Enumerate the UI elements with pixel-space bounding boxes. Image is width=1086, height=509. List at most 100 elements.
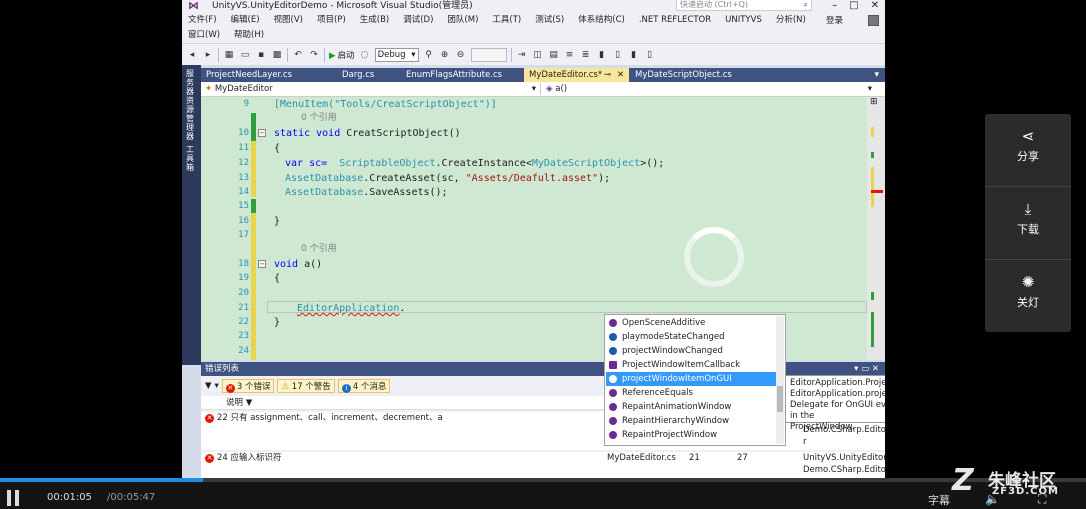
list-item[interactable]: ReferenceEquals	[606, 386, 776, 400]
item-label: RepaintProjectWindow	[622, 430, 718, 440]
subtitles-button[interactable]: 字幕	[928, 492, 950, 508]
quick-launch-placeholder: 快速启动 (Ctrl+Q)	[680, 0, 749, 9]
redo-icon[interactable]: ↷	[308, 49, 320, 61]
tab-darg[interactable]: Darg.cs	[337, 68, 393, 82]
line-number: 14	[238, 187, 249, 197]
scrollbar-thumb[interactable]	[777, 386, 783, 412]
list-item[interactable]: ProjectWindowItemCallback	[606, 358, 776, 372]
zoom-in-icon[interactable]: ⊕	[439, 49, 451, 61]
menu-project[interactable]: 项目(P)	[317, 13, 346, 27]
keyword: static void	[274, 128, 341, 139]
menu-team[interactable]: 团队(M)	[447, 13, 478, 27]
download-button[interactable]: ⤓ 下载	[985, 187, 1071, 259]
video-player-controls: 00:01:05 /00:05:47 字幕 🔈 ⛶	[0, 482, 1086, 509]
start-debugging-button[interactable]: ▶ 启动	[329, 49, 355, 61]
class-dropdown[interactable]: ✦ MyDateEditor ▾	[205, 83, 541, 95]
menu-help[interactable]: 帮助(H)	[234, 28, 264, 42]
solution-configuration-select[interactable]: Debug	[374, 47, 419, 62]
editor-vertical-scrollbar[interactable]: ⊞	[867, 97, 885, 360]
code-text: >();	[640, 158, 665, 169]
dropdown-icon[interactable]: ▾	[854, 364, 858, 374]
minimize-icon[interactable]: –	[832, 0, 837, 11]
maximize-icon[interactable]: □	[849, 0, 858, 11]
column-description[interactable]: 说明 ▼	[226, 396, 252, 410]
toolbar-separator	[218, 47, 219, 62]
bookmark-next-icon[interactable]: ▮	[628, 49, 640, 61]
split-icon[interactable]: ⊞	[870, 97, 878, 107]
menu-view[interactable]: 视图(V)	[274, 13, 303, 27]
forward-icon[interactable]: ▸	[202, 49, 214, 61]
step-icon[interactable]: ⇥	[516, 49, 528, 61]
menu-tools[interactable]: 工具(T)	[492, 13, 521, 27]
breakpoint-icon[interactable]: ◫	[532, 49, 544, 61]
tab-mydatescriptobject[interactable]: MyDateScriptObject.cs	[630, 68, 746, 82]
back-icon[interactable]: ◂	[186, 49, 198, 61]
close-icon[interactable]: ✕	[871, 0, 879, 11]
open-file-icon[interactable]: ▭	[239, 49, 251, 61]
collapse-icon[interactable]: −	[258, 129, 266, 137]
intellisense-list[interactable]: OpenSceneAdditive playmodeStateChanged p…	[604, 314, 786, 446]
save-all-icon[interactable]: ▩	[271, 49, 283, 61]
tab-mydateeditor[interactable]: MyDateEditor.cs* ⊸ ✕	[524, 68, 629, 82]
menu-analyze[interactable]: 分析(N)	[776, 13, 806, 27]
close-tab-icon[interactable]: ✕	[617, 68, 624, 82]
list-item[interactable]: OpenSceneAdditive	[606, 316, 776, 330]
menu-unityvs[interactable]: UNITYVS	[725, 13, 762, 27]
find-icon[interactable]: ⚲	[423, 49, 435, 61]
pin-icon[interactable]: ⊸	[604, 68, 611, 82]
menu-window[interactable]: 窗口(W)	[188, 28, 220, 42]
user-icon[interactable]	[868, 15, 879, 26]
close-icon[interactable]: ✕	[872, 364, 879, 374]
format-icon[interactable]: ▤	[548, 49, 560, 61]
table-row[interactable]: ✕ 24 应输入标识符 MyDateEditor.cs 21 27 UnityV…	[201, 452, 885, 478]
list-item[interactable]: RepaintHierarchyWindow	[606, 414, 776, 428]
attach-icon[interactable]: ◌	[359, 49, 371, 61]
reference-count[interactable]: 0 个引用	[301, 243, 337, 256]
find-field[interactable]	[470, 47, 507, 62]
restore-icon[interactable]: ▭	[861, 364, 869, 374]
list-item[interactable]: projectWindowChanged	[606, 344, 776, 358]
menu-architecture[interactable]: 体系结构(C)	[578, 13, 625, 27]
reference-count[interactable]: 0 个引用	[301, 112, 337, 125]
filter-icon[interactable]: ▼	[205, 381, 212, 391]
menu-net-reflector[interactable]: .NET REFLECTOR	[639, 13, 711, 27]
share-label: 分享	[1017, 150, 1039, 163]
comment-icon[interactable]: ≡	[564, 49, 576, 61]
member-dropdown[interactable]: ◈ a() ▾	[546, 83, 876, 95]
chevron-down-icon[interactable]: ▾	[215, 381, 219, 391]
list-item-selected[interactable]: projectWindowItemOnGUI	[605, 371, 777, 387]
share-button[interactable]: ⋖ 分享	[985, 114, 1071, 186]
list-item[interactable]: RepaintAnimationWindow	[606, 400, 776, 414]
tab-enumflagsattribute[interactable]: EnumFlagsAttribute.cs	[401, 68, 519, 82]
uncomment-icon[interactable]: ≣	[580, 49, 592, 61]
bookmark-clear-icon[interactable]: ▯	[644, 49, 656, 61]
list-item[interactable]: playmodeStateChanged	[606, 330, 776, 344]
tab-projectneedlayer[interactable]: ProjectNeedLayer.cs	[201, 68, 325, 82]
menu-build[interactable]: 生成(B)	[360, 13, 389, 27]
login-link[interactable]: 登录	[826, 14, 843, 28]
code-text: .SaveAssets();	[363, 187, 448, 198]
toolbox-tab[interactable]: 工具箱	[186, 145, 196, 172]
menu-edit[interactable]: 编辑(E)	[231, 13, 260, 27]
bookmark-prev-icon[interactable]: ▯	[612, 49, 624, 61]
undo-icon[interactable]: ↶	[292, 49, 304, 61]
pause-button[interactable]	[7, 490, 21, 506]
error-description: 22 只有 assignment、call、increment、decremen…	[217, 413, 443, 423]
list-item[interactable]: RepaintProjectWindow	[606, 428, 776, 442]
quick-launch-input[interactable]: 快速启动 (Ctrl+Q) ⌕	[676, 0, 812, 11]
bookmark-icon[interactable]: ▮	[596, 49, 608, 61]
errors-filter-button[interactable]: ✕ 3 个错误	[221, 379, 275, 393]
menu-file[interactable]: 文件(F)	[188, 13, 217, 27]
save-icon[interactable]: ▪	[255, 49, 267, 61]
messages-filter-button[interactable]: i4 个消息	[337, 379, 391, 393]
tab-overflow-icon[interactable]: ▾	[874, 68, 879, 82]
zoom-out-icon[interactable]: ⊖	[455, 49, 467, 61]
menu-debug[interactable]: 调试(D)	[403, 13, 433, 27]
intellisense-scrollbar[interactable]	[776, 316, 784, 444]
warnings-filter-button[interactable]: ⚠ 17 个警告	[277, 379, 335, 393]
collapse-icon[interactable]: −	[258, 260, 266, 268]
menu-test[interactable]: 测试(S)	[535, 13, 564, 27]
new-project-icon[interactable]: ▦	[223, 49, 235, 61]
server-explorer-tab[interactable]: 服务器资源管理器	[186, 69, 196, 141]
lights-off-button[interactable]: ✺ 关灯	[985, 260, 1071, 332]
